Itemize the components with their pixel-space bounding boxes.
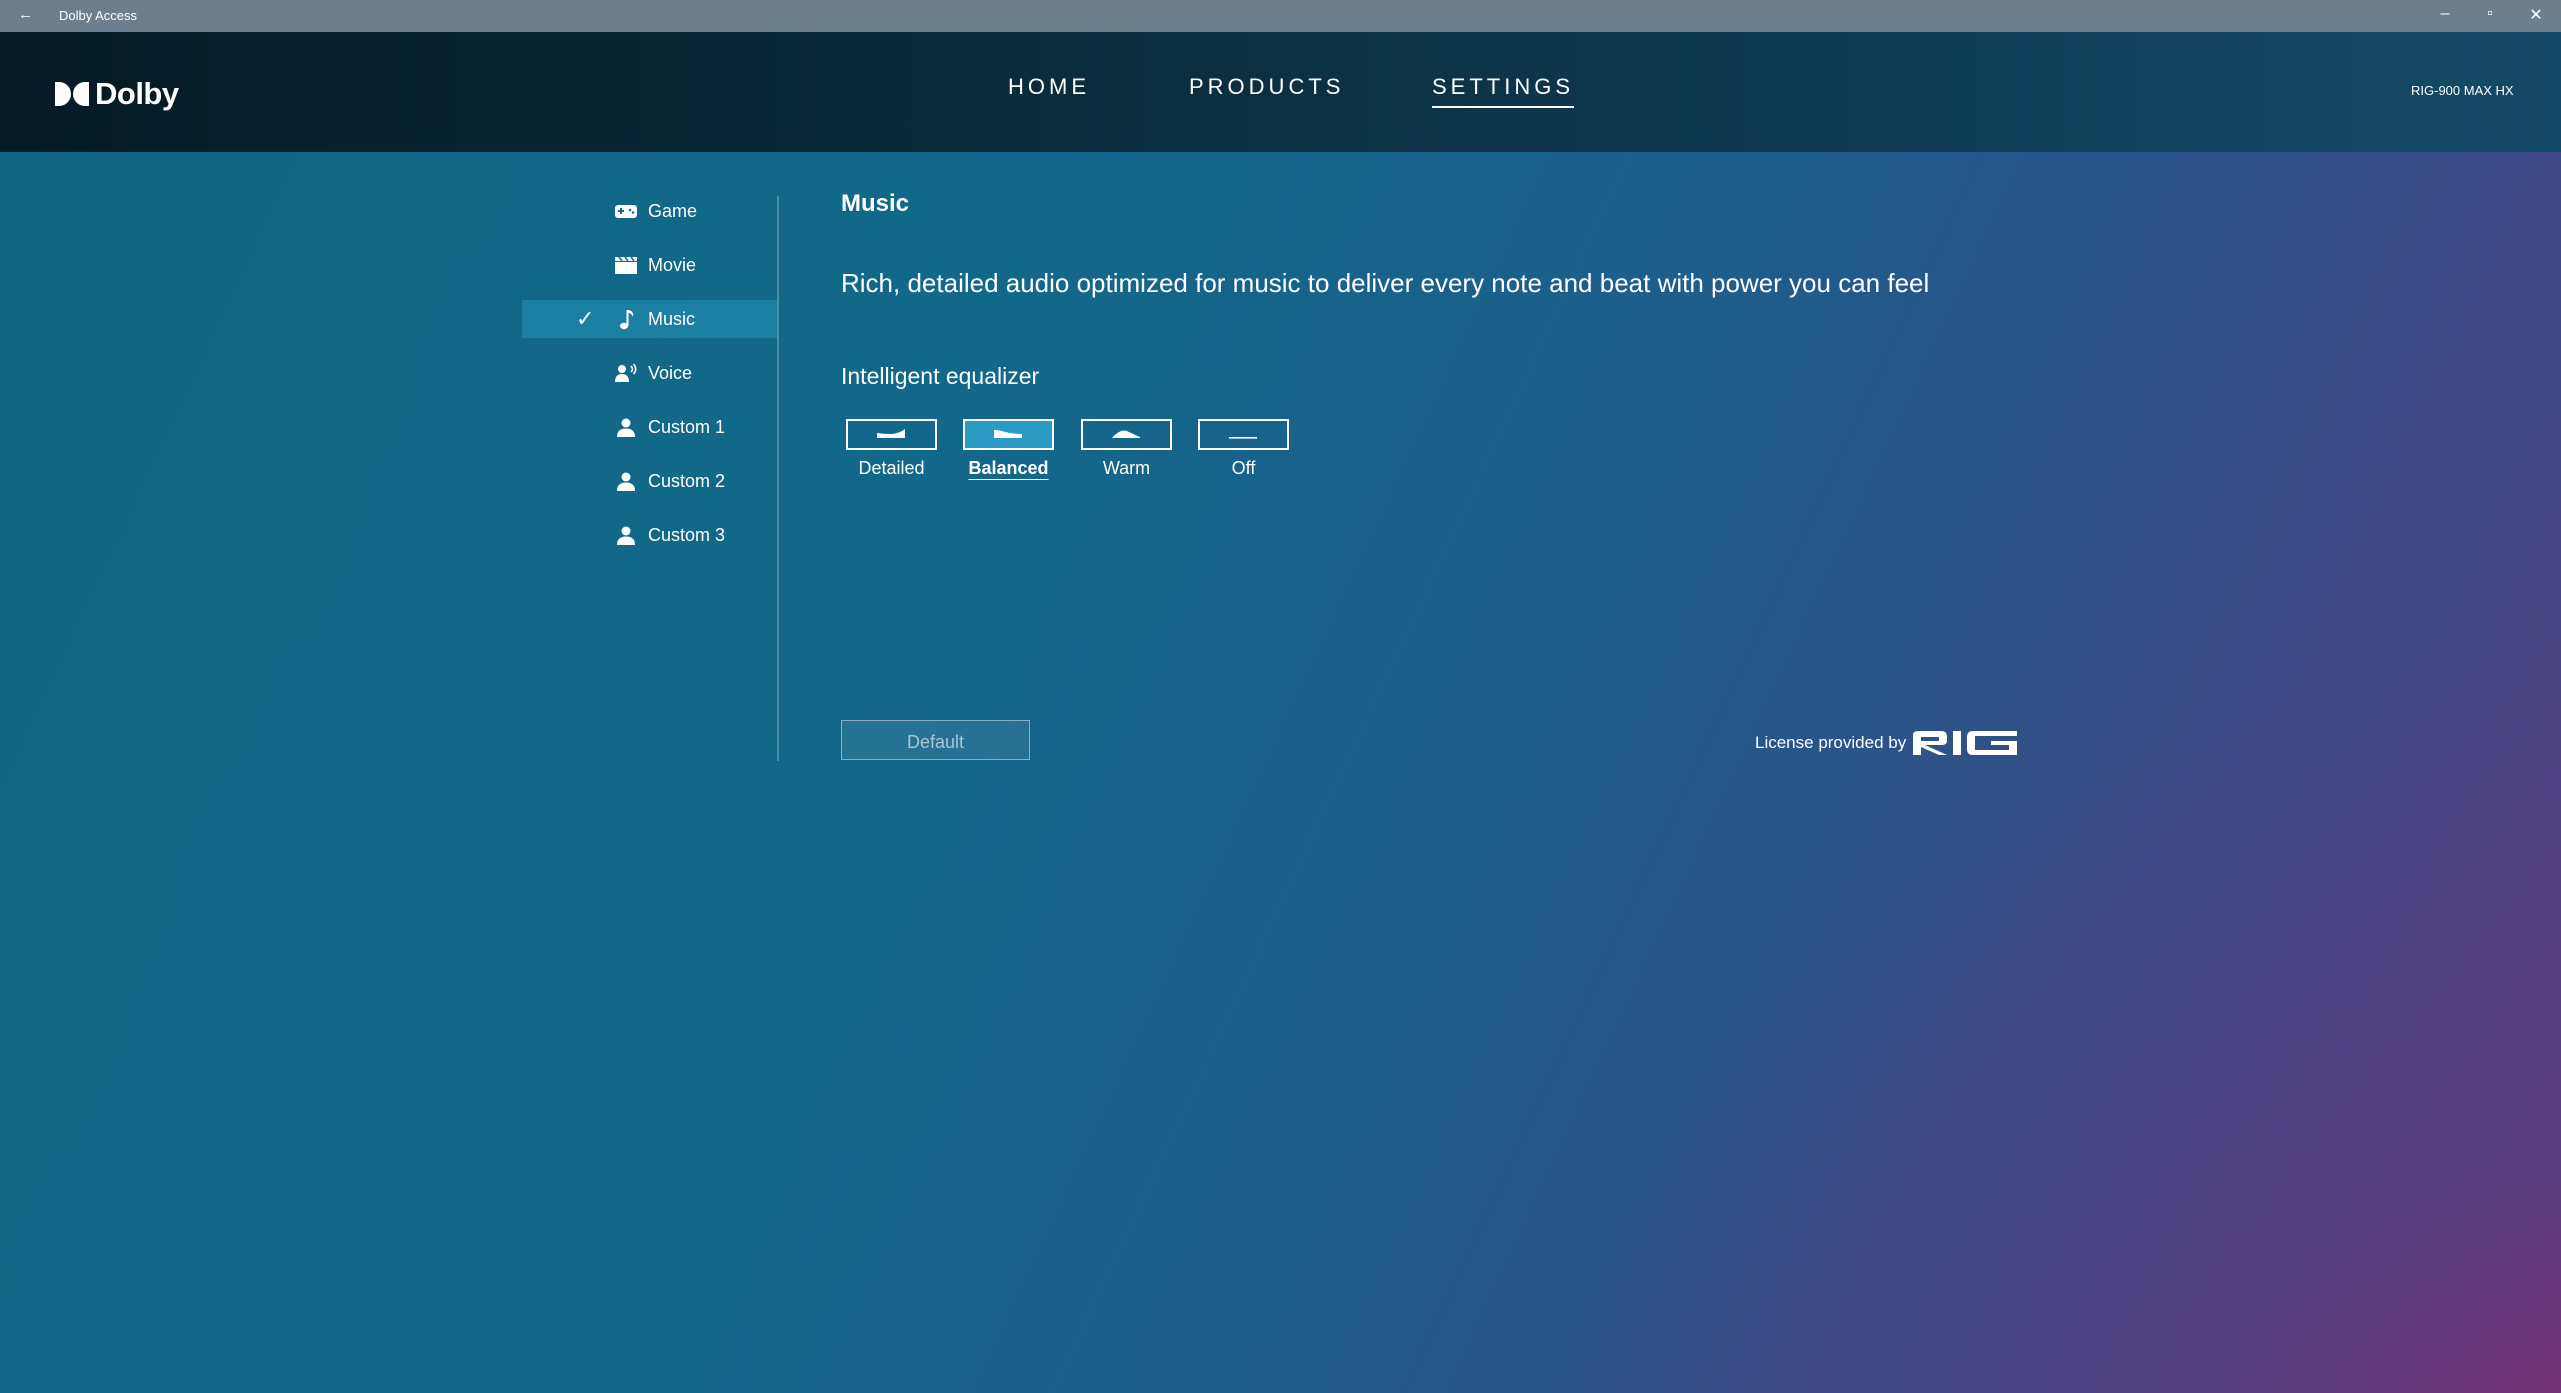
dolby-logo-mark-icon bbox=[55, 82, 91, 106]
eq-balanced-curve-icon bbox=[994, 430, 1022, 438]
back-arrow-icon[interactable]: ← bbox=[18, 6, 33, 23]
eq-detailed-button[interactable] bbox=[846, 419, 937, 450]
rig-logo-icon bbox=[1913, 731, 2017, 755]
default-button[interactable]: Default bbox=[841, 720, 1030, 760]
eq-off-button[interactable] bbox=[1198, 419, 1289, 450]
checkmark-icon: ✓ bbox=[576, 306, 595, 331]
eq-balanced-button[interactable] bbox=[963, 419, 1054, 450]
eq-warm-curve-icon bbox=[1112, 430, 1140, 438]
music-note-icon bbox=[620, 310, 634, 330]
logo-text: Dolby bbox=[95, 76, 179, 111]
person-icon bbox=[617, 526, 635, 545]
close-button[interactable]: ✕ bbox=[2516, 5, 2556, 25]
eq-option-label: Detailed bbox=[858, 458, 925, 478]
background-gradient bbox=[0, 0, 2561, 1393]
person-icon bbox=[617, 418, 635, 437]
app-header: Dolby HOME PRODUCTS SETTINGS RIG-900 MAX… bbox=[0, 32, 2561, 152]
eq-option-label: Warm bbox=[1102, 458, 1151, 478]
nav-settings[interactable]: SETTINGS bbox=[1432, 74, 1575, 108]
eq-flat-line-icon bbox=[1229, 437, 1257, 439]
sidebar-item-custom-2[interactable]: Custom 2 bbox=[522, 462, 777, 500]
person-icon bbox=[617, 472, 635, 491]
eq-option-label: Balanced bbox=[968, 458, 1049, 478]
license-text: License provided by bbox=[1755, 733, 1907, 752]
sidebar-item-game[interactable]: Game bbox=[522, 192, 777, 230]
sidebar-item-label: Game bbox=[648, 201, 698, 221]
restore-button[interactable]: ▫ bbox=[2470, 5, 2510, 23]
sidebar-item-label: Custom 1 bbox=[648, 417, 726, 437]
minimize-button[interactable]: – bbox=[2425, 5, 2465, 23]
dolby-logo: Dolby bbox=[55, 76, 179, 112]
sidebar-item-label: Custom 2 bbox=[648, 471, 726, 491]
sidebar-item-label: Music bbox=[648, 309, 696, 329]
sidebar-item-custom-1[interactable]: Custom 1 bbox=[522, 408, 777, 446]
window-titlebar: ← Dolby Access – ▫ ✕ bbox=[0, 0, 2561, 32]
device-name[interactable]: RIG-900 MAX HX bbox=[2411, 83, 2514, 98]
clapperboard-icon bbox=[615, 256, 637, 274]
profile-description: Rich, detailed audio optimized for music… bbox=[841, 268, 1930, 298]
sidebar-item-label: Custom 3 bbox=[648, 525, 726, 545]
eq-option-label: Off bbox=[1231, 458, 1256, 478]
eq-detailed-curve-icon bbox=[877, 429, 905, 438]
sidebar-item-custom-3[interactable]: Custom 3 bbox=[522, 516, 777, 554]
sidebar-divider bbox=[777, 196, 779, 761]
window-title: Dolby Access bbox=[59, 8, 138, 23]
sidebar-item-movie[interactable]: Movie bbox=[522, 246, 777, 284]
sidebar-item-voice[interactable]: Voice bbox=[522, 354, 777, 392]
sidebar-item-music[interactable]: ✓ Music bbox=[522, 300, 777, 338]
gamepad-icon bbox=[615, 205, 637, 218]
nav-home[interactable]: HOME bbox=[1008, 74, 1090, 100]
sidebar-item-label: Voice bbox=[648, 363, 693, 383]
sidebar-item-label: Movie bbox=[648, 255, 697, 275]
equalizer-heading: Intelligent equalizer bbox=[841, 363, 1040, 389]
page-title: Music bbox=[841, 190, 910, 217]
nav-products[interactable]: PRODUCTS bbox=[1189, 74, 1344, 100]
voice-icon bbox=[615, 363, 637, 382]
eq-warm-button[interactable] bbox=[1081, 419, 1172, 450]
